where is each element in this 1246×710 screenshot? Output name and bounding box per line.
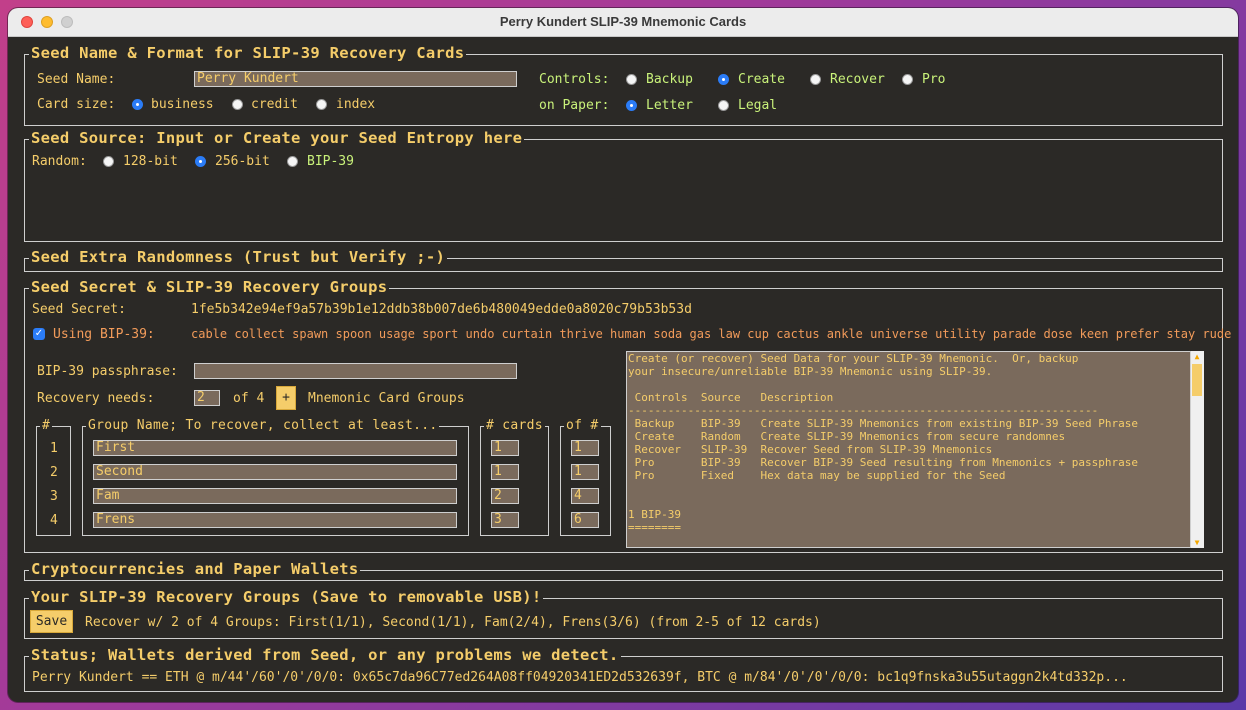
group-1-needed-input[interactable]: 1 xyxy=(491,440,519,456)
random-bip39-radio[interactable] xyxy=(287,156,298,167)
group-1-name-input[interactable]: First xyxy=(93,440,457,456)
card-size-business-radio[interactable] xyxy=(132,99,143,110)
card-size-label: Card size: xyxy=(37,97,116,112)
random-256-label: 256-bit xyxy=(215,154,270,169)
controls-create-label: Create xyxy=(738,72,785,87)
recovery-total-label: of 4 xyxy=(233,391,265,406)
group-1-of-input[interactable]: 1 xyxy=(571,440,599,456)
group-4-index: 4 xyxy=(50,513,58,528)
group-name-header: Group Name; To recover, collect at least… xyxy=(86,418,440,433)
info-text: Create (or recover) Seed Data for your S… xyxy=(628,352,1138,534)
group-2-needed-input[interactable]: 1 xyxy=(491,464,519,480)
recovery-needs-input[interactable]: 2 xyxy=(194,390,220,406)
paper-legal-radio[interactable] xyxy=(718,100,729,111)
group-3-needed-input[interactable]: 2 xyxy=(491,488,519,504)
passphrase-label: BIP-39 passphrase: xyxy=(37,364,178,379)
using-bip39-checkbox[interactable]: ✓ xyxy=(33,328,45,340)
status-text: Perry Kundert == ETH @ m/44'/60'/0'/0/0:… xyxy=(32,670,1128,685)
seed-secret-value: 1fe5b342e94ef9a57b39b1e12ddb38b007de6b48… xyxy=(191,302,692,317)
group-cards-header: # cards xyxy=(484,418,545,433)
seed-source-legend: Seed Source: Input or Create your Seed E… xyxy=(29,129,525,147)
recovery-groups-legend: Your SLIP-39 Recovery Groups (Save to re… xyxy=(29,588,544,606)
random-bip39-label: BIP-39 xyxy=(307,154,354,169)
card-size-index-label: index xyxy=(336,97,376,112)
controls-recover-label: Recover xyxy=(830,72,885,87)
group-2-index: 2 xyxy=(50,465,58,480)
random-128-label: 128-bit xyxy=(123,154,178,169)
group-index-header: # xyxy=(40,418,53,433)
group-4-needed-input[interactable]: 3 xyxy=(491,512,519,528)
seed-name-input[interactable]: Perry Kundert xyxy=(194,71,517,87)
save-button[interactable]: Save xyxy=(30,610,73,633)
passphrase-input[interactable] xyxy=(194,363,517,379)
group-4-of-input[interactable]: 6 xyxy=(571,512,599,528)
title-bar: Perry Kundert SLIP-39 Mnemonic Cards xyxy=(8,8,1238,37)
add-group-button[interactable]: + xyxy=(276,386,296,410)
controls-pro-radio[interactable] xyxy=(902,74,913,85)
scroll-up-icon[interactable]: ▲ xyxy=(1191,352,1203,362)
seed-secret-legend: Seed Secret & SLIP-39 Recovery Groups xyxy=(29,278,390,296)
groups-summary: Recover w/ 2 of 4 Groups: First(1/1), Se… xyxy=(85,615,821,630)
scroll-thumb[interactable] xyxy=(1192,364,1202,396)
group-2-of-input[interactable]: 1 xyxy=(571,464,599,480)
scroll-down-icon[interactable]: ▼ xyxy=(1191,538,1203,548)
window-title: Perry Kundert SLIP-39 Mnemonic Cards xyxy=(499,14,747,29)
group-1-index: 1 xyxy=(50,441,58,456)
seed-name-legend: Seed Name & Format for SLIP-39 Recovery … xyxy=(29,44,467,62)
seed-name-section: Seed Name & Format for SLIP-39 Recovery … xyxy=(24,44,1223,126)
bip39-words: cable collect spawn spoon usage sport un… xyxy=(191,327,1232,341)
seed-secret-label: Seed Secret: xyxy=(32,302,126,317)
paper-letter-label: Letter xyxy=(646,98,693,113)
group-2-name-input[interactable]: Second xyxy=(93,464,457,480)
random-128-radio[interactable] xyxy=(103,156,114,167)
controls-label: Controls: xyxy=(539,72,610,87)
card-size-credit-label: credit xyxy=(251,97,298,112)
crypto-legend: Cryptocurrencies and Paper Wallets xyxy=(29,560,361,578)
controls-pro-label: Pro xyxy=(922,72,946,87)
controls-create-radio[interactable] xyxy=(718,74,729,85)
crypto-section: Cryptocurrencies and Paper Wallets xyxy=(24,560,1223,581)
controls-recover-radio[interactable] xyxy=(810,74,821,85)
extra-randomness-legend: Seed Extra Randomness (Trust but Verify … xyxy=(29,248,448,266)
recovery-needs-label: Recovery needs: xyxy=(37,391,155,406)
seed-source-section: Seed Source: Input or Create your Seed E… xyxy=(24,129,1223,242)
group-3-index: 3 xyxy=(50,489,58,504)
paper-legal-label: Legal xyxy=(738,98,778,113)
group-3-name-input[interactable]: Fam xyxy=(93,488,457,504)
controls-backup-label: Backup xyxy=(646,72,693,87)
controls-backup-radio[interactable] xyxy=(626,74,637,85)
random-label: Random: xyxy=(32,154,87,169)
extra-randomness-section: Seed Extra Randomness (Trust but Verify … xyxy=(24,248,1223,272)
group-of-header: of # xyxy=(564,418,601,433)
group-3-of-input[interactable]: 4 xyxy=(571,488,599,504)
random-256-radio[interactable] xyxy=(195,156,206,167)
paper-letter-radio[interactable] xyxy=(626,100,637,111)
seed-name-label: Seed Name: xyxy=(37,72,116,87)
using-bip39-label: Using BIP-39: xyxy=(53,327,155,342)
card-size-index-radio[interactable] xyxy=(316,99,327,110)
groups-label: Mnemonic Card Groups xyxy=(308,391,465,406)
card-size-credit-radio[interactable] xyxy=(232,99,243,110)
paper-label: on Paper: xyxy=(539,98,610,113)
card-size-business-label: business xyxy=(151,97,214,112)
info-text-area[interactable]: Create (or recover) Seed Data for your S… xyxy=(626,351,1204,548)
status-legend: Status; Wallets derived from Seed, or an… xyxy=(29,646,621,664)
group-4-name-input[interactable]: Frens xyxy=(93,512,457,528)
app-window: Perry Kundert SLIP-39 Mnemonic Cards See… xyxy=(8,8,1238,702)
